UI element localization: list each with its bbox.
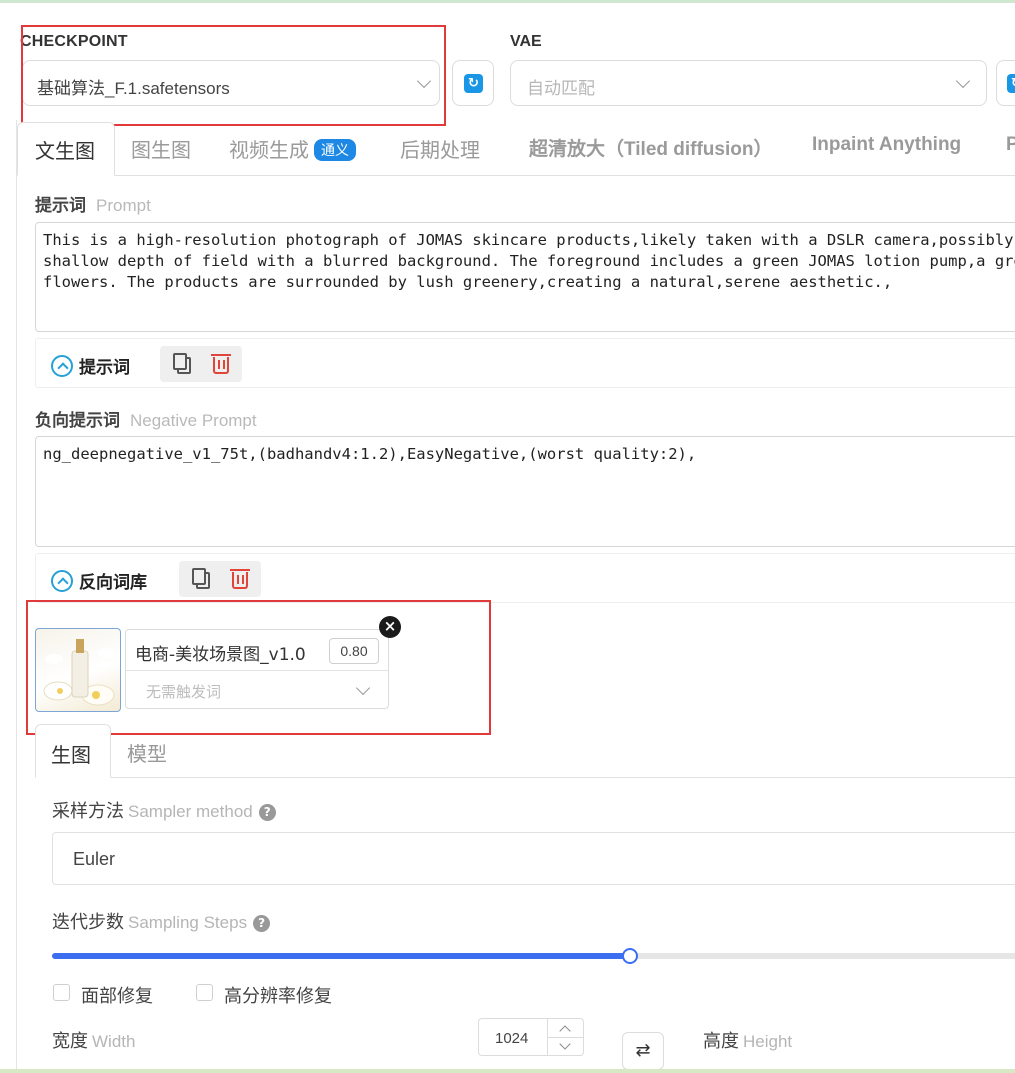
tab-label: 视频生成 — [229, 138, 309, 162]
subtab-label: 生图 — [51, 743, 91, 767]
tab-video[interactable]: 视频生成 通义 — [229, 134, 356, 163]
steps-label-en: Sampling Steps — [128, 913, 248, 932]
trash-icon[interactable] — [211, 354, 231, 356]
trash-body — [213, 357, 229, 374]
bottom-border — [0, 1069, 1015, 1073]
prompt-line: flowers. The products are surrounded by … — [43, 273, 893, 291]
tab-txt2img[interactable]: 文生图 — [17, 122, 115, 176]
width-input[interactable]: 1024 — [478, 1018, 584, 1056]
width-value: 1024 — [495, 1030, 529, 1047]
copy-icon[interactable] — [173, 353, 187, 370]
prompt-subtitle: Prompt — [96, 196, 151, 215]
tab-label: P — [1006, 134, 1015, 155]
swap-dimensions-button[interactable]: ⇄ — [622, 1032, 664, 1070]
vae-label: VAE — [510, 33, 542, 50]
width-label: 宽度 Width — [52, 1027, 135, 1053]
height-label-en: Height — [743, 1032, 793, 1051]
chevron-down-icon — [955, 73, 971, 89]
swap-icon: ⇄ — [635, 1040, 651, 1061]
sampler-select[interactable]: Euler — [52, 832, 1015, 885]
prompt-title: 提示词 Prompt — [35, 191, 151, 216]
sampler-value: Euler — [73, 849, 116, 869]
hires-fix-label: 高分辨率修复 — [224, 986, 332, 1007]
tab-tiled-diffusion[interactable]: 超清放大（Tiled diffusion） — [529, 134, 772, 161]
negative-tool-buttons — [179, 561, 261, 597]
sampler-label-text: 采样方法 — [52, 801, 124, 822]
negative-title-text: 负向提示词 — [35, 411, 120, 431]
prompt-tool-buttons — [160, 346, 242, 382]
copy-icon[interactable] — [192, 568, 206, 585]
vae-placeholder: 自动匹配 — [527, 79, 595, 99]
subtab-generate[interactable]: 生图 — [35, 724, 111, 778]
face-restore-label: 面部修复 — [81, 986, 153, 1007]
trash-line — [237, 575, 239, 584]
tab-label: 文生图 — [35, 139, 95, 163]
sampler-label: 采样方法 Sampler method? — [52, 797, 276, 823]
prompt-toolbar: 提示词 — [35, 338, 1015, 388]
help-icon[interactable]: ? — [258, 804, 276, 821]
negative-prompt-line: ng_deepnegative_v1_75t,(badhandv4:1.2),E… — [43, 445, 697, 463]
collapse-icon[interactable] — [51, 355, 73, 377]
help-icon[interactable]: ? — [253, 915, 271, 932]
tab-postprocess[interactable]: 后期处理 — [400, 134, 480, 163]
increment-icon[interactable] — [559, 1025, 571, 1037]
trash-line — [218, 360, 220, 369]
width-label-text: 宽度 — [52, 1031, 88, 1052]
height-label-text: 高度 — [703, 1031, 739, 1052]
refresh-button[interactable]: ↻ — [452, 60, 494, 106]
negative-toolbar: 反向词库 — [35, 553, 1015, 603]
tab-label: 超清放大（Tiled diffusion） — [529, 139, 773, 160]
prompt-line: This is a high-resolution photograph of … — [43, 231, 1015, 249]
negative-prompt-textarea[interactable]: ng_deepnegative_v1_75t,(badhandv4:1.2),E… — [35, 436, 1015, 547]
subtabs-divider — [35, 777, 1015, 778]
tab-label: 后期处理 — [400, 138, 480, 162]
height-label: 高度 Height — [703, 1027, 792, 1053]
refresh-icon: ↻ — [464, 74, 483, 93]
prompt-line: shallow depth of field with a blurred ba… — [43, 252, 1015, 270]
prompt-title-text: 提示词 — [35, 196, 86, 216]
steps-label-text: 迭代步数 — [52, 912, 124, 933]
hires-fix-checkbox[interactable] — [196, 984, 213, 1001]
tab-inpaint-anything[interactable]: Inpaint Anything — [812, 134, 961, 156]
tab-label: Inpaint Anything — [812, 134, 962, 155]
vae-select[interactable]: 自动匹配 — [510, 60, 987, 106]
subtab-label: 模型 — [127, 742, 167, 766]
prompt-toolbar-label: 提示词 — [79, 358, 130, 378]
steps-slider-fill — [52, 953, 630, 959]
subtab-model[interactable]: 模型 — [127, 738, 167, 767]
negative-subtitle: Negative Prompt — [130, 411, 257, 430]
steps-label: 迭代步数 Sampling Steps? — [52, 908, 271, 934]
highlight-box-checkpoint — [21, 25, 446, 126]
sampler-label-en: Sampler method — [128, 802, 253, 821]
face-restore-checkbox[interactable] — [53, 984, 70, 1001]
negative-prompt-title: 负向提示词 Negative Prompt — [35, 406, 257, 431]
trash-body — [232, 572, 248, 589]
tab-more[interactable]: P — [1006, 134, 1015, 156]
trash-line — [223, 360, 225, 369]
negative-toolbar-label: 反向词库 — [79, 573, 147, 593]
decrement-icon[interactable] — [559, 1038, 571, 1050]
top-border — [0, 0, 1015, 3]
highlight-box-lora — [26, 600, 491, 735]
tab-img2img[interactable]: 图生图 — [131, 134, 191, 163]
vae-refresh-button[interactable]: ↻ — [996, 60, 1015, 106]
tab-badge: 通义 — [314, 139, 356, 161]
left-border — [16, 120, 17, 1073]
trash-line — [242, 575, 244, 584]
tab-label: 图生图 — [131, 138, 191, 162]
prompt-textarea[interactable]: This is a high-resolution photograph of … — [35, 222, 1015, 332]
trash-icon[interactable] — [230, 569, 250, 571]
steps-slider-thumb[interactable] — [622, 948, 638, 964]
collapse-icon[interactable] — [51, 570, 73, 592]
width-label-en: Width — [92, 1032, 136, 1051]
refresh-icon: ↻ — [1007, 74, 1015, 93]
tabs-divider — [17, 175, 1015, 176]
